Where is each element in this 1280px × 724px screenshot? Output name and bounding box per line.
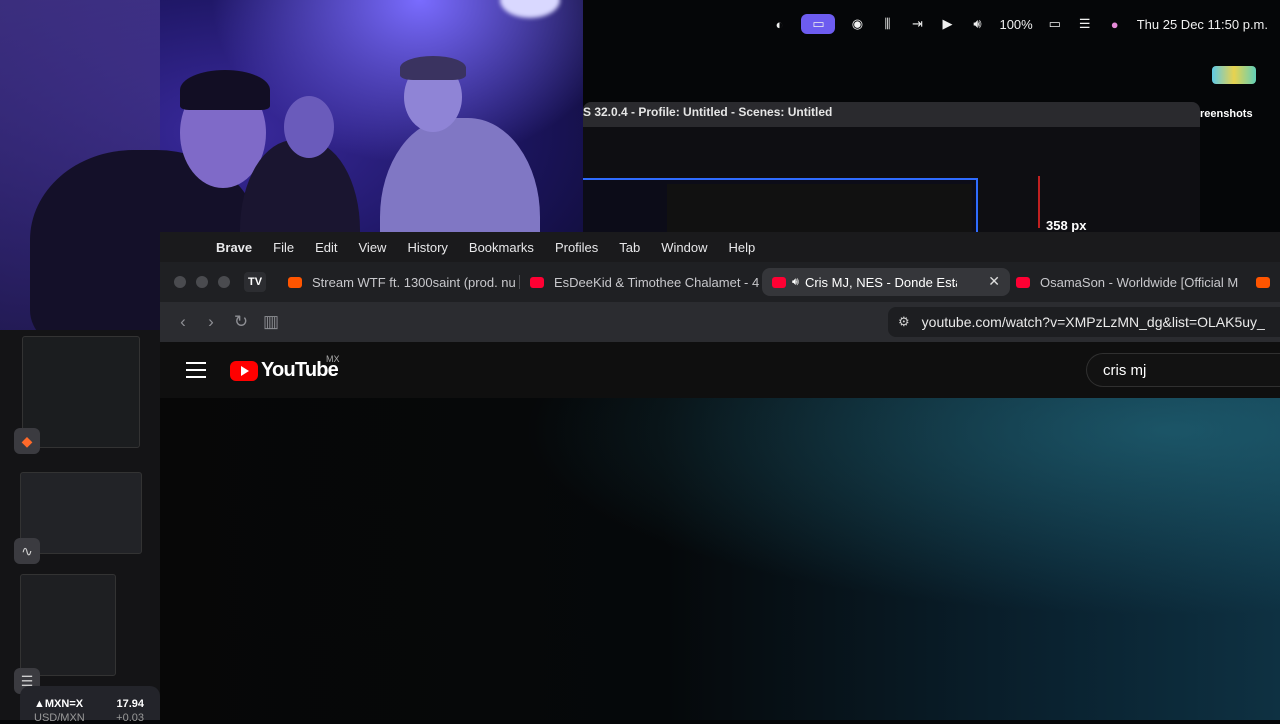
menu-app-name[interactable]: Brave <box>216 240 252 255</box>
soundcloud-icon <box>288 276 302 288</box>
youtube-logo[interactable]: YouTube MX <box>230 354 340 382</box>
youtube-play-icon <box>230 360 258 381</box>
menu-bookmarks[interactable]: Bookmarks <box>469 240 534 255</box>
stage-manager-strip: ◆ ∿ ☰ <box>0 330 160 720</box>
tab-soundcloud-2[interactable] <box>1250 268 1280 296</box>
tab-title: Stream WTF ft. 1300saint (prod. nu <box>312 274 516 290</box>
tab-cris-mj[interactable]: 🔊︎ Cris MJ, NES - Donde Estas ✕ <box>762 268 1010 296</box>
obs-icon[interactable]: ◐ <box>771 16 787 32</box>
obs-window: S 32.0.4 - Profile: Untitled - Scenes: U… <box>583 102 1200 232</box>
screen-share-icon[interactable]: ▭ <box>801 14 836 34</box>
tab-osamason[interactable]: OsamaSon - Worldwide [Official M <box>1008 268 1246 296</box>
tab-soundcloud-stream[interactable]: Stream WTF ft. 1300saint (prod. nu <box>280 268 520 296</box>
zoom-window-button[interactable] <box>218 276 230 288</box>
system-menu-bar: ◐ ▭ ◉ ⫼ ⇥ ▶ 🔊︎ 100% ▭ ☰ ● Thu 25 Dec 11:… <box>583 0 1280 50</box>
menu-profiles[interactable]: Profiles <box>555 240 598 255</box>
youtube-country-code: MX <box>326 354 340 364</box>
soundcloud-icon <box>1256 276 1270 288</box>
close-window-button[interactable] <box>174 276 186 288</box>
battery-icon[interactable]: ▭ <box>1047 16 1063 32</box>
menu-tab[interactable]: Tab <box>619 240 640 255</box>
tradingview-pinned-tab[interactable]: TV <box>244 272 266 292</box>
play-icon[interactable]: ▶ <box>939 16 955 32</box>
address-bar[interactable]: ⚙ youtube.com/watch?v=XMPzLzMN_dg&list=O… <box>888 307 1280 337</box>
hamburger-menu-icon[interactable] <box>186 362 206 383</box>
youtube-search-input[interactable]: cris mj <box>1086 353 1280 387</box>
ticker-pair: USD/MXN <box>34 712 85 724</box>
spotify-icon[interactable]: ◉ <box>849 16 865 32</box>
menu-help[interactable]: Help <box>729 240 756 255</box>
url-text: youtube.com/watch?v=XMPzLzMN_dg&list=OLA… <box>921 314 1265 330</box>
reload-button[interactable]: ↻ <box>230 311 252 333</box>
ticker-symbol: ▲MXN=X <box>34 698 84 710</box>
minimize-window-button[interactable] <box>196 276 208 288</box>
back-button[interactable]: ‹ <box>172 311 194 333</box>
stock-widget[interactable]: ▲MXN=X 17.94 USD/MXN +0.03 <box>20 686 160 724</box>
obs-ruler-label: 358 px <box>1046 218 1087 232</box>
menu-history[interactable]: History <box>407 240 447 255</box>
desktop-folder-icon[interactable] <box>1212 66 1256 84</box>
menu-edit[interactable]: Edit <box>315 240 337 255</box>
brave-icon[interactable]: ◆ <box>14 428 40 454</box>
youtube-icon <box>530 276 544 288</box>
desktop-folder-label: reenshots <box>1200 108 1253 120</box>
sidebar-toggle-icon[interactable]: ▥ <box>260 311 282 333</box>
close-tab-icon[interactable]: ✕ <box>988 273 1000 290</box>
menu-window[interactable]: Window <box>661 240 707 255</box>
tab-title: EsDeeKid & Timothee Chalamet - 4 <box>554 274 760 290</box>
ticker-value: 17.94 <box>116 698 144 710</box>
activity-monitor-icon[interactable]: ∿ <box>14 538 40 564</box>
battery-percent: 100% <box>999 16 1033 32</box>
volume-icon[interactable]: 🔊︎ <box>969 16 985 32</box>
equalizer-icon[interactable]: ⫼ <box>879 16 895 32</box>
obs-preview-mirror <box>667 184 972 232</box>
menu-view[interactable]: View <box>359 240 387 255</box>
siri-icon[interactable]: ● <box>1107 16 1123 32</box>
menu-file[interactable]: File <box>273 240 294 255</box>
site-settings-icon[interactable]: ⚙ <box>898 314 910 330</box>
app-menu-bar: Brave File Edit View History Bookmarks P… <box>160 232 1280 262</box>
browser-toolbar: ‹ › ↻ ▥ ⚙ youtube.com/watch?v=XMPzLzMN_d… <box>160 302 1280 342</box>
obs-preview <box>583 178 978 232</box>
window-thumbnail-finder[interactable] <box>20 574 116 676</box>
forward-button[interactable]: › <box>200 311 222 333</box>
youtube-icon <box>1016 276 1030 288</box>
control-center-icon[interactable]: ☰ <box>1077 16 1093 32</box>
browser-tab-bar: TV Stream WTF ft. 1300saint (prod. nu Es… <box>160 262 1280 302</box>
youtube-header: YouTube MX cris mj <box>160 342 1280 398</box>
obs-ruler-line <box>1038 176 1040 228</box>
tab-title: Cris MJ, NES - Donde Estas <box>804 274 957 290</box>
menu-clock[interactable]: Thu 25 Dec 11:50 p.m. <box>1137 17 1268 32</box>
youtube-icon <box>772 276 786 288</box>
ticker-change: +0.03 <box>116 712 144 724</box>
video-player[interactable] <box>160 398 1280 720</box>
scissors-icon[interactable]: ⇥ <box>909 16 925 32</box>
tab-title: OsamaSon - Worldwide [Official M <box>1040 274 1239 290</box>
audio-playing-icon[interactable]: 🔊︎ <box>792 276 799 289</box>
tab-esdeekid[interactable]: EsDeeKid & Timothee Chalamet - 4 <box>522 268 760 296</box>
obs-window-title: S 32.0.4 - Profile: Untitled - Scenes: U… <box>583 102 1200 127</box>
